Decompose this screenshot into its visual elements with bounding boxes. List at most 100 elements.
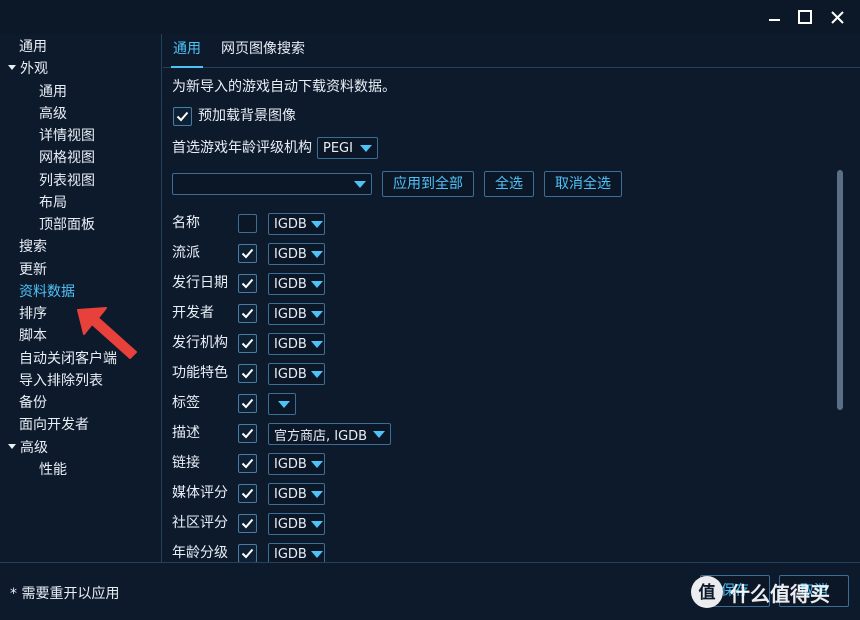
- sidebar-item-list-view[interactable]: 列表视图: [39, 170, 95, 192]
- field-checkbox[interactable]: [238, 334, 257, 353]
- field-checkbox[interactable]: [238, 544, 257, 562]
- sidebar-item-label: 导入排除列表: [19, 373, 103, 389]
- tab-general[interactable]: 通用: [171, 34, 203, 68]
- check-icon: [176, 111, 189, 122]
- sidebar-item-details-view[interactable]: 详情视图: [39, 125, 95, 147]
- preload-background-checkbox[interactable]: [173, 107, 192, 126]
- sidebar-item-grid-view[interactable]: 网格视图: [39, 147, 95, 169]
- dropdown-caret-icon: [310, 220, 323, 228]
- dropdown-value: PEGI: [323, 140, 353, 156]
- dropdown-value: IGDB: [274, 516, 307, 532]
- expand-caret-icon[interactable]: [8, 443, 16, 449]
- sidebar-item-performance[interactable]: 性能: [39, 459, 67, 481]
- field-label: 链接: [172, 455, 200, 471]
- check-icon: [241, 458, 254, 469]
- sidebar-item-metadata[interactable]: 资料数据: [19, 281, 75, 303]
- field-label: 媒体评分: [172, 485, 228, 501]
- field-checkbox[interactable]: [238, 214, 257, 233]
- field-source-dropdown[interactable]: IGDB: [268, 543, 325, 562]
- sidebar-item-sorting[interactable]: 排序: [19, 303, 47, 325]
- dropdown-value: IGDB: [274, 246, 307, 262]
- apply-to-all-button[interactable]: 应用到全部: [382, 171, 474, 197]
- sidebar-item-search[interactable]: 搜索: [19, 236, 47, 258]
- dropdown-caret-icon: [310, 280, 323, 288]
- field-checkbox[interactable]: [238, 394, 257, 413]
- check-icon: [241, 518, 254, 529]
- select-all-button[interactable]: 全选: [484, 171, 534, 197]
- dropdown-value: IGDB: [274, 336, 307, 352]
- check-icon: [241, 488, 254, 499]
- field-checkbox[interactable]: [238, 484, 257, 503]
- dropdown-caret-icon: [310, 460, 323, 468]
- field-source-dropdown[interactable]: IGDB: [268, 363, 325, 385]
- bulk-source-dropdown[interactable]: [172, 173, 372, 195]
- vertical-scrollbar[interactable]: [837, 170, 843, 410]
- dropdown-caret-icon: [310, 520, 323, 528]
- field-label: 社区评分: [172, 515, 228, 531]
- field-checkbox[interactable]: [238, 274, 257, 293]
- close-icon[interactable]: [820, 0, 854, 34]
- field-source-dropdown[interactable]: IGDB: [268, 333, 325, 355]
- watermark-text: 什么值得买: [730, 581, 830, 606]
- field-source-dropdown[interactable]: [268, 393, 296, 415]
- sidebar-item-label: 详情视图: [39, 128, 95, 144]
- sidebar-item-label: 布局: [39, 195, 67, 211]
- field-checkbox[interactable]: [238, 244, 257, 263]
- field-checkbox[interactable]: [238, 304, 257, 323]
- sidebar-item-top-panel[interactable]: 顶部面板: [39, 214, 95, 236]
- dropdown-caret-icon: [310, 550, 323, 558]
- maximize-icon[interactable]: [788, 0, 822, 34]
- field-source-dropdown[interactable]: IGDB: [268, 243, 325, 265]
- field-source-dropdown[interactable]: 官方商店, IGDB: [268, 423, 391, 445]
- check-icon: [241, 428, 254, 439]
- sidebar-item-advanced[interactable]: 高级: [8, 437, 48, 459]
- dropdown-value: IGDB: [274, 306, 307, 322]
- sidebar-item-backup[interactable]: 备份: [19, 392, 47, 414]
- field-source-dropdown[interactable]: IGDB: [268, 213, 325, 235]
- field-checkbox[interactable]: [238, 364, 257, 383]
- dropdown-value: 官方商店, IGDB: [274, 428, 368, 444]
- sidebar-item-label: 资料数据: [19, 284, 75, 300]
- check-icon: [241, 308, 254, 319]
- dropdown-caret-icon: [310, 340, 323, 348]
- minimize-icon[interactable]: [758, 0, 792, 34]
- field-checkbox[interactable]: [238, 514, 257, 533]
- field-source-dropdown[interactable]: IGDB: [268, 483, 325, 505]
- field-label: 发行日期: [172, 275, 228, 291]
- dropdown-caret-icon: [310, 250, 323, 258]
- sidebar-item-layout[interactable]: 布局: [39, 192, 67, 214]
- field-label: 描述: [172, 425, 200, 441]
- sidebar-item-label: 通用: [19, 39, 47, 55]
- dropdown-value: IGDB: [274, 456, 307, 472]
- sidebar-item-appearance-general[interactable]: 通用: [39, 81, 67, 103]
- watermark-logo-char: 值: [699, 582, 716, 603]
- dropdown-value: IGDB: [274, 546, 307, 562]
- sidebar-item-label: 顶部面板: [39, 217, 95, 233]
- settings-sidebar: 通用 外观 通用 高级 详情视图 网格视图 列表视图 布局 顶部面板 搜索 更新…: [0, 34, 162, 562]
- sidebar-item-appearance-advanced[interactable]: 高级: [39, 103, 67, 125]
- sidebar-item-scripts[interactable]: 脚本: [19, 325, 47, 347]
- field-source-dropdown[interactable]: IGDB: [268, 303, 325, 325]
- field-checkbox[interactable]: [238, 424, 257, 443]
- sidebar-item-label: 高级: [39, 106, 67, 122]
- sidebar-item-label: 网格视图: [39, 150, 95, 166]
- metadata-settings-panel: 为新导入的游戏自动下载资料数据。 预加载背景图像 首选游戏年龄评级机构 PEGI…: [163, 69, 860, 562]
- sidebar-item-import-exclusions[interactable]: 导入排除列表: [19, 370, 103, 392]
- expand-caret-icon[interactable]: [8, 64, 16, 70]
- field-label: 标签: [172, 395, 200, 411]
- rating-org-dropdown[interactable]: PEGI: [317, 137, 378, 159]
- sidebar-item-label: 备份: [19, 395, 47, 411]
- sidebar-item-updates[interactable]: 更新: [19, 259, 47, 281]
- field-source-dropdown[interactable]: IGDB: [268, 513, 325, 535]
- sidebar-item-developers[interactable]: 面向开发者: [19, 414, 89, 436]
- dropdown-caret-icon: [310, 310, 323, 318]
- sidebar-item-appearance[interactable]: 外观: [8, 58, 48, 80]
- field-source-dropdown[interactable]: IGDB: [268, 273, 325, 295]
- sidebar-item-general[interactable]: 通用: [19, 36, 47, 58]
- watermark: 值 什么值得买: [690, 575, 830, 609]
- deselect-all-button[interactable]: 取消全选: [544, 171, 622, 197]
- sidebar-item-label: 外观: [20, 61, 48, 77]
- field-source-dropdown[interactable]: IGDB: [268, 453, 325, 475]
- tab-web-image-search[interactable]: 网页图像搜索: [219, 34, 307, 68]
- field-checkbox[interactable]: [238, 454, 257, 473]
